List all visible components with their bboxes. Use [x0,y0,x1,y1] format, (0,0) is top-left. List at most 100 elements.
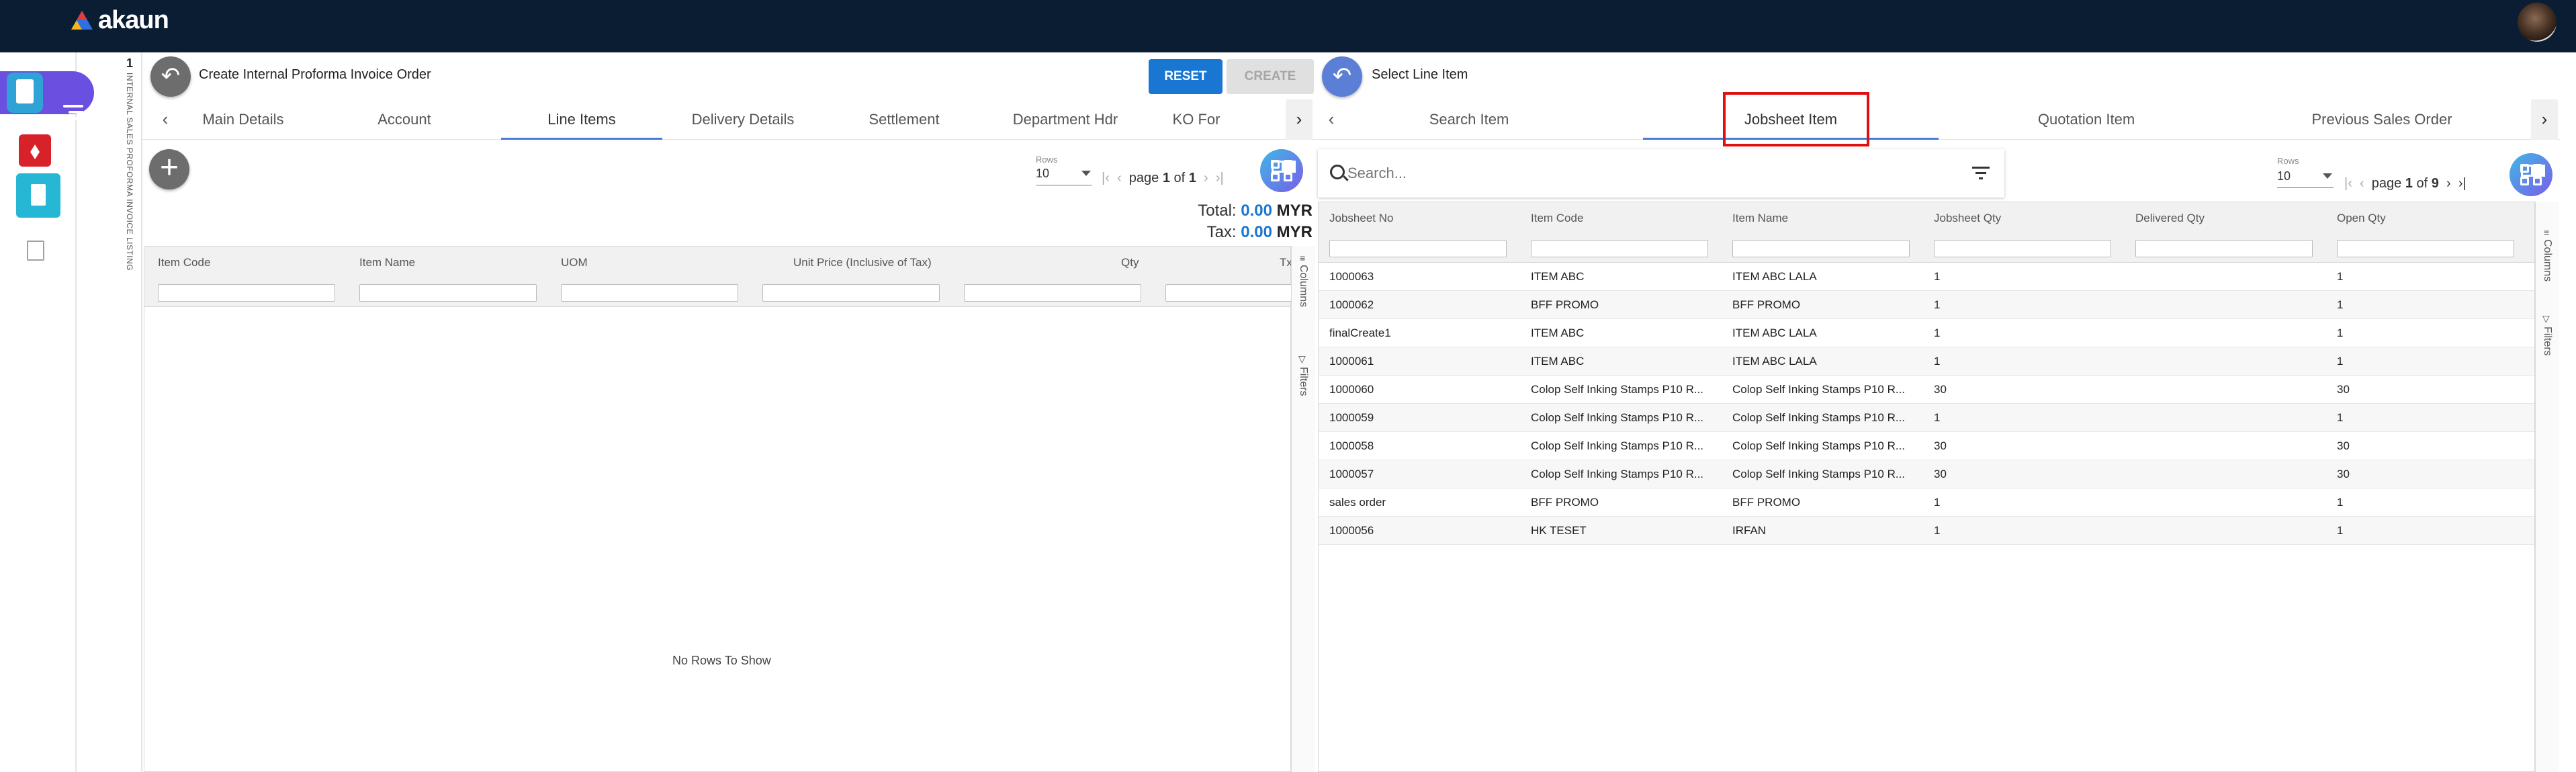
filter-uom[interactable] [561,284,738,302]
tab-delivery-details[interactable]: Delivery Details [662,99,824,140]
pagination: |‹ ‹ page 1 of 1 › ›| [1102,171,1224,186]
table-row[interactable]: 1000062 BFF PROMO BFF PROMO 1 1 [1319,291,2534,319]
filter-item-name[interactable] [359,284,537,302]
table-row[interactable]: 1000057 Colop Self Inking Stamps P10 R...… [1319,460,2534,488]
table-cell: Colop Self Inking Stamps P10 R... [1531,411,1704,424]
tab-account[interactable]: Account [344,99,465,140]
col-jobsheet-qty[interactable]: Jobsheet Qty [1934,212,2001,225]
filter-item-code[interactable] [158,284,335,302]
document-icon[interactable] [16,173,60,218]
add-line-button[interactable]: + [149,149,189,189]
filters-toggle[interactable]: Filters [2541,327,2553,356]
pdf-icon[interactable]: ⬧ [19,134,51,167]
first-page-icon[interactable]: |‹ [1102,171,1110,185]
table-cell: 1 [2337,496,2344,509]
last-page-icon[interactable]: ›| [1216,171,1224,185]
line-items-grid: Item Code Item Name UOM Unit Price (Incl… [144,246,1292,772]
col-item-code[interactable]: Item Code [158,256,210,269]
grid-view-button[interactable] [1260,149,1303,192]
table-cell: 30 [2337,468,2350,480]
filter-item-name[interactable] [1732,240,1910,257]
table-cell: 30 [2337,383,2350,396]
list-icon[interactable] [27,241,44,261]
table-cell: 1 [1934,496,1941,509]
filter-delivered-qty[interactable] [2135,240,2313,257]
col-open-qty[interactable]: Open Qty [2337,212,2386,225]
col-unit-price[interactable]: Unit Price (Inclusive of Tax) [793,256,932,269]
col-qty[interactable]: Qty [1121,256,1139,269]
filters-toggle[interactable]: Filters [1297,367,1309,396]
tab-previous-sales-order[interactable]: Previous Sales Order [2234,99,2530,140]
menu-icon[interactable] [63,103,83,121]
chevron-right-icon[interactable]: › [2531,99,2558,140]
col-uom[interactable]: UOM [561,256,588,269]
tab-search-item[interactable]: Search Item [1345,99,1593,140]
table-row[interactable]: 1000060 Colop Self Inking Stamps P10 R...… [1319,376,2534,404]
filter-funnel-icon[interactable]: ▽ [1298,353,1306,365]
table-cell: 1 [1934,524,1941,537]
reset-button[interactable]: RESET [1149,59,1223,94]
table-row[interactable]: sales order BFF PROMO BFF PROMO 1 1 [1319,488,2534,517]
listing-rail[interactable]: 1 INTERNAL SALES PROFORMA INVOICE LISTIN… [116,52,142,772]
columns-icon[interactable]: ≡ [1300,253,1305,263]
table-cell: 1000056 [1329,524,1374,537]
filter-jobsheet-qty[interactable] [1934,240,2111,257]
columns-icon[interactable]: ≡ [2544,227,2549,238]
table-row[interactable]: 1000056 HK TESET IRFAN 1 1 [1319,517,2534,545]
app-logo[interactable]: akaun [70,5,169,35]
chevron-left-icon[interactable]: ‹ [152,99,179,140]
first-page-icon[interactable]: |‹ [2344,176,2352,191]
tab-ko-for[interactable]: KO For [1146,99,1247,140]
jobsheet-grid: Jobsheet No Item Code Item Name Jobsheet… [1318,202,2535,772]
rows-label-right: Rows [2277,156,2299,166]
next-page-icon[interactable]: › [1204,171,1208,185]
clipboard-icon[interactable] [7,73,43,113]
table-cell: 1000061 [1329,355,1374,368]
prev-page-icon[interactable]: ‹ [1117,171,1122,185]
col-delivered-qty[interactable]: Delivered Qty [2135,212,2205,225]
filter-funnel-icon[interactable]: ▽ [2542,313,2550,325]
tab-department-hdr[interactable]: Department Hdr [985,99,1146,140]
left-side-toolbar: ≡ Columns ▽ Filters [1291,246,1315,772]
table-row[interactable]: finalCreate1 ITEM ABC ITEM ABC LALA 1 1 [1319,319,2534,347]
filter-item-code[interactable] [1531,240,1708,257]
back-button-right[interactable]: ↶ [1322,56,1362,97]
filter-open-qty[interactable] [2337,240,2514,257]
table-cell: 1000057 [1329,468,1374,480]
back-button[interactable]: ↶ [150,56,191,97]
last-page-icon[interactable]: ›| [2458,176,2467,191]
chevron-right-icon[interactable]: › [1286,99,1313,140]
col-item-name[interactable]: Item Name [1732,212,1788,225]
filter-qty[interactable] [964,284,1141,302]
table-row[interactable]: 1000061 ITEM ABC ITEM ABC LALA 1 1 [1319,347,2534,376]
filter-icon[interactable] [1972,167,1990,180]
table-row[interactable]: 1000063 ITEM ABC ITEM ABC LALA 1 1 [1319,263,2534,291]
col-item-code[interactable]: Item Code [1531,212,1583,225]
chevron-left-icon[interactable]: ‹ [1318,99,1345,140]
avatar[interactable] [2518,3,2557,42]
columns-toggle[interactable]: Columns [1297,265,1309,307]
tab-quotation-item[interactable]: Quotation Item [1939,99,2234,140]
rows-select-right[interactable]: 10 [2277,169,2334,188]
filter-unit-price[interactable] [762,284,940,302]
create-button[interactable]: CREATE [1227,59,1314,94]
search-input[interactable] [1347,161,1952,185]
columns-toggle[interactable]: Columns [2541,239,2553,282]
col-jobsheet-no[interactable]: Jobsheet No [1329,212,1393,225]
filter-jobsheet-no[interactable] [1329,240,1507,257]
table-cell: 1 [2337,524,2344,537]
grid-view-button-right[interactable] [2510,153,2552,196]
rows-select[interactable]: 10 [1036,167,1092,185]
tab-line-items[interactable]: Line Items [501,99,662,140]
next-page-icon[interactable]: › [2446,176,2451,191]
table-cell: 30 [1934,383,1947,396]
prev-page-icon[interactable]: ‹ [2360,176,2364,191]
col-item-name[interactable]: Item Name [359,256,415,269]
table-row[interactable]: 1000059 Colop Self Inking Stamps P10 R...… [1319,404,2534,432]
tab-main-details[interactable]: Main Details [183,99,304,140]
table-row[interactable]: 1000058 Colop Self Inking Stamps P10 R...… [1319,432,2534,460]
table-cell: BFF PROMO [1531,496,1599,509]
table-cell: IRFAN [1732,524,1767,537]
tab-settlement[interactable]: Settlement [824,99,985,140]
filter-tx[interactable] [1165,284,1292,302]
